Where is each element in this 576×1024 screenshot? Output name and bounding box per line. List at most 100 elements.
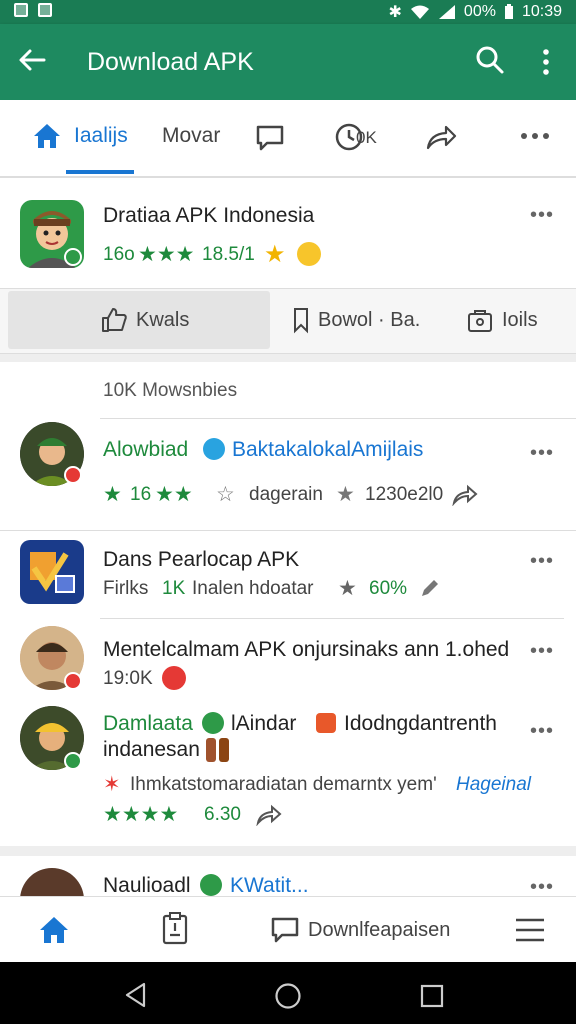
item2-app-icon[interactable] bbox=[20, 540, 84, 604]
item4-tag1: lAindar bbox=[231, 712, 297, 735]
item1-more-icon[interactable]: ••• bbox=[530, 442, 554, 465]
signal-icon bbox=[438, 5, 455, 19]
bag-icon bbox=[468, 310, 492, 332]
bottom-nav: Downlfeapaisen bbox=[0, 896, 576, 963]
green-badge-icon bbox=[64, 752, 82, 770]
gallery-icon bbox=[38, 3, 52, 17]
item4-stars: ★★★★ bbox=[103, 803, 179, 826]
next-card: Naulioadl KWatit... ••• bbox=[0, 856, 576, 932]
page-title: Download APK bbox=[87, 48, 254, 76]
item1-share-icon[interactable] bbox=[452, 484, 478, 506]
app-bar: Download APK bbox=[0, 24, 576, 100]
nav-downloads-label[interactable]: Downlfeapaisen bbox=[308, 919, 450, 942]
item3-more-icon[interactable]: ••• bbox=[530, 640, 554, 663]
item4-tag2: Idodngdantrenth bbox=[344, 712, 497, 735]
item1-grey-star-icon: ★ bbox=[336, 483, 355, 506]
tab-home[interactable]: Iaalijs bbox=[74, 124, 128, 148]
app-reviews: 18.5/1 bbox=[202, 244, 255, 265]
item4-name: Damlaata bbox=[103, 712, 193, 735]
verified-badge-icon bbox=[64, 248, 82, 266]
tab-movar[interactable]: Movar bbox=[162, 124, 220, 148]
back-arrow-icon[interactable] bbox=[16, 44, 48, 76]
verified-icon bbox=[203, 438, 225, 460]
wifi-icon bbox=[410, 5, 429, 19]
clock: 10:39 bbox=[521, 3, 562, 20]
nav-home-icon[interactable] bbox=[38, 915, 70, 945]
item-divider bbox=[0, 530, 576, 531]
item2-sub2: 1K bbox=[162, 578, 186, 599]
tools-label: Ioils bbox=[502, 308, 538, 331]
sys-back-icon[interactable] bbox=[124, 982, 148, 1008]
sys-home-icon[interactable] bbox=[274, 982, 302, 1010]
item4-line2: indanesan bbox=[103, 738, 200, 761]
comment-tab-icon[interactable] bbox=[255, 123, 285, 153]
item4-line3: Ihmkatstomaradiatan demarntx yem' bbox=[130, 774, 437, 795]
heart-badge-icon bbox=[64, 672, 82, 690]
item-divider bbox=[100, 618, 564, 619]
app-rating-text: 16o bbox=[103, 244, 135, 265]
app-name: Dratiaa APK Indonesia bbox=[103, 204, 315, 227]
heart-badge-icon bbox=[64, 466, 82, 484]
tab-active-indicator bbox=[66, 170, 134, 174]
rating-stars: ★★★ bbox=[138, 243, 195, 266]
app-icon[interactable] bbox=[20, 200, 84, 268]
tab-timer-label[interactable]: 0K bbox=[356, 128, 377, 148]
item5-name: Naulioadl bbox=[103, 874, 191, 897]
item4-highlight: Hageinal bbox=[456, 774, 531, 795]
item4-share-icon[interactable] bbox=[256, 804, 282, 826]
tools-button[interactable]: Ioils bbox=[466, 289, 538, 351]
check-circle-icon bbox=[202, 712, 224, 734]
item2-star-icon: ★ bbox=[338, 577, 357, 600]
item2-more-icon[interactable]: ••• bbox=[530, 550, 554, 573]
bookmark-label: Bowol · Ba. bbox=[318, 308, 421, 331]
nav-menu-icon[interactable] bbox=[514, 917, 546, 943]
item1-tag: BaktakalokalAmijlais bbox=[232, 438, 424, 461]
red-dot-icon bbox=[162, 666, 186, 690]
bottles-icon bbox=[206, 738, 229, 762]
more-vert-icon[interactable] bbox=[534, 46, 558, 78]
item4-score: 6.30 bbox=[204, 804, 241, 825]
tab-bar: Iaalijs Movar 0K bbox=[0, 100, 576, 178]
sys-recents-icon[interactable] bbox=[420, 984, 444, 1008]
feed-card: 10K Mowsnbies Alowbiad BaktakalokalAmijl… bbox=[0, 362, 576, 846]
item5-check-icon bbox=[200, 874, 222, 896]
item2-sub1: Firlks bbox=[103, 578, 149, 599]
star-emoji-icon: ★ bbox=[264, 241, 286, 268]
action-bar: Kwals Bowol · Ba. Ioils bbox=[0, 288, 576, 354]
bookmark-button[interactable]: Bowol · Ba. bbox=[292, 289, 420, 351]
like-button[interactable]: Kwals bbox=[100, 289, 189, 351]
item2-percent: 60% bbox=[369, 578, 408, 599]
bluetooth-icon: ✱ bbox=[388, 4, 402, 21]
more-horiz-icon[interactable] bbox=[520, 132, 550, 140]
item1-stat1: 16 bbox=[130, 484, 152, 505]
battery-icon bbox=[504, 4, 513, 19]
nav-chat-icon[interactable] bbox=[270, 915, 300, 945]
item5-tag: KWatit... bbox=[230, 874, 309, 897]
item2-sub3: Inalen hdoatar bbox=[192, 578, 314, 599]
app-more-icon[interactable]: ••• bbox=[530, 204, 554, 227]
notification-icon bbox=[14, 3, 28, 17]
item4-more-icon[interactable]: ••• bbox=[530, 720, 554, 743]
battery-text: 00% bbox=[463, 3, 496, 20]
emoji-face-icon bbox=[297, 242, 321, 266]
search-icon[interactable] bbox=[474, 44, 506, 76]
item1-star-icon: ★ bbox=[103, 483, 122, 506]
item2-name: Dans Pearlocap APK bbox=[103, 548, 300, 571]
red-star-icon: ✶ bbox=[103, 773, 121, 796]
like-label: Kwals bbox=[136, 308, 190, 331]
item2-edit-icon[interactable] bbox=[418, 576, 442, 600]
orange-tag-icon bbox=[316, 713, 336, 733]
bookmark-icon bbox=[294, 308, 308, 334]
status-bar: ✱ 00% 10:39 bbox=[0, 0, 576, 24]
home-tab-icon[interactable] bbox=[32, 122, 62, 150]
system-nav-bar bbox=[0, 962, 576, 1024]
thumbs-up-icon bbox=[102, 308, 127, 332]
item1-name: Alowbiad bbox=[103, 438, 189, 461]
share-tab-icon[interactable] bbox=[424, 122, 458, 152]
item3-count: 19:0K bbox=[103, 668, 153, 689]
nav-clipboard-icon[interactable] bbox=[160, 911, 190, 945]
item3-name: Mentelcalmam APK onjursinaks ann 1.ohed bbox=[103, 638, 510, 661]
item1-stat2: dagerain bbox=[249, 484, 323, 505]
feed-divider bbox=[100, 418, 576, 419]
item1-stat3: 1230e2l0 bbox=[365, 484, 444, 505]
